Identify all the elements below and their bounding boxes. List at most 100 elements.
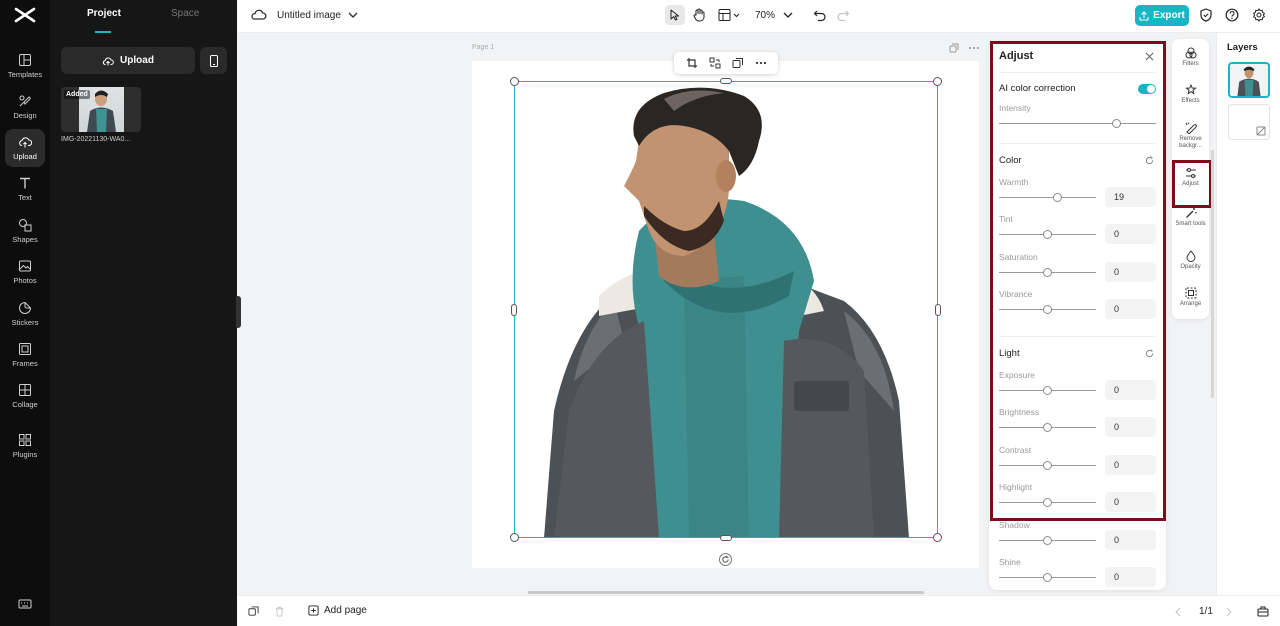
exposure-value-input[interactable]: 0 [1105, 380, 1156, 400]
rail-item-stickers[interactable]: Stickers [5, 295, 45, 333]
zoom-chevron-down-icon[interactable] [783, 12, 793, 18]
next-page-icon[interactable] [1226, 607, 1232, 617]
duplicate-icon[interactable] [732, 57, 744, 69]
tool-smart-tools[interactable]: Smart tools [1172, 207, 1209, 228]
rotate-handle-icon[interactable] [719, 553, 732, 566]
shadow-value-input[interactable]: 0 [1105, 529, 1156, 550]
rail-item-text[interactable]: Text [5, 170, 45, 208]
tool-arrange[interactable]: Arrange [1172, 287, 1209, 308]
slider-label-shadow: Shadow [999, 519, 1030, 530]
highlight-slider-knob[interactable] [1043, 498, 1052, 508]
cloud-sync-icon[interactable] [251, 8, 267, 22]
selection-box[interactable] [510, 77, 942, 542]
rail-item-frames[interactable]: Frames [5, 336, 45, 374]
tool-effects[interactable]: Effects [1172, 84, 1209, 105]
contrast-value-input[interactable]: 0 [1105, 454, 1156, 475]
rail-item-design[interactable]: Design [5, 88, 45, 126]
vertical-scrollbar[interactable] [1211, 150, 1214, 398]
shine-slider-knob[interactable] [1043, 573, 1052, 582]
tool-opacity[interactable]: Opacity [1172, 250, 1209, 271]
reset-icon[interactable] [1145, 156, 1154, 165]
saturation-value-input[interactable]: 0 [1105, 261, 1156, 282]
tool-adjust[interactable]: Adjust [1172, 167, 1209, 188]
vibrance-slider-knob[interactable] [1043, 305, 1052, 315]
more-options-icon[interactable] [968, 46, 980, 50]
rail-item-plugins[interactable]: Plugins [5, 427, 45, 465]
zoom-level[interactable]: 70% [755, 10, 775, 21]
briefcase-icon[interactable] [1257, 605, 1269, 617]
select-tool-button[interactable] [665, 5, 685, 25]
shield-icon[interactable] [1199, 8, 1213, 22]
replace-icon[interactable] [709, 57, 721, 69]
pages-icon[interactable] [248, 606, 259, 617]
intensity-slider-knob[interactable] [1112, 119, 1122, 128]
tab-space[interactable]: Space [171, 8, 199, 19]
delete-icon[interactable] [274, 606, 285, 617]
ai-color-correction-label: AI color correction [999, 83, 1076, 94]
mobile-upload-button[interactable] [200, 47, 227, 74]
horizontal-scrollbar[interactable] [528, 591, 924, 594]
resize-handle-bottom[interactable] [720, 535, 732, 541]
shine-value-input[interactable]: 0 [1105, 567, 1156, 587]
resize-handle-top[interactable] [720, 78, 732, 84]
close-icon[interactable] [1145, 52, 1154, 61]
page-actions [949, 43, 980, 53]
previous-page-icon[interactable] [1175, 607, 1181, 617]
stickers-icon [18, 301, 32, 315]
slider-label-brightness: Brightness [999, 407, 1040, 418]
highlight-value-input[interactable]: 0 [1105, 492, 1156, 513]
resize-handle-bottom-left[interactable] [510, 533, 519, 542]
resize-handle-top-left[interactable] [510, 77, 519, 86]
tint-slider-knob[interactable] [1043, 230, 1052, 240]
undo-icon[interactable] [813, 8, 827, 22]
redo-icon[interactable] [836, 8, 850, 22]
resize-handle-bottom-right[interactable] [933, 533, 942, 542]
resize-handle-top-right[interactable] [933, 77, 942, 86]
saturation-slider-knob[interactable] [1043, 267, 1052, 277]
tool-remove-backgr[interactable]: Remove backgr... [1172, 122, 1209, 150]
upload-button[interactable]: Upload [61, 47, 195, 74]
warmth-value-input[interactable]: 19 [1105, 187, 1156, 207]
tool-filters[interactable]: Filters [1172, 47, 1209, 68]
add-page-button[interactable]: Add page [308, 605, 367, 616]
exposure-slider-knob[interactable] [1043, 386, 1052, 395]
keyboard-icon[interactable] [18, 598, 32, 610]
rail-item-label: Collage [12, 400, 38, 409]
document-title[interactable]: Untitled image [277, 10, 341, 21]
brightness-value-input[interactable]: 0 [1105, 417, 1156, 438]
layer-background[interactable] [1228, 104, 1270, 140]
layout-icon[interactable] [718, 8, 742, 22]
hand-tool-icon[interactable] [692, 8, 706, 22]
resize-handle-left[interactable] [511, 304, 517, 316]
export-button[interactable]: Export [1135, 5, 1189, 26]
crop-icon[interactable] [686, 57, 698, 69]
brightness-slider-knob[interactable] [1043, 423, 1052, 433]
reset-icon[interactable] [1145, 349, 1154, 358]
rail-item-photos[interactable]: Photos [5, 253, 45, 291]
slider-label-vibrance: Vibrance [999, 289, 1033, 300]
layer-photo[interactable] [1228, 62, 1270, 98]
capcut-logo-icon[interactable] [13, 6, 37, 24]
intensity-slider[interactable] [999, 123, 1156, 124]
settings-gear-icon[interactable] [1252, 8, 1266, 22]
warmth-slider-knob[interactable] [1052, 193, 1062, 202]
contrast-slider-knob[interactable] [1043, 460, 1052, 470]
help-icon[interactable] [1225, 8, 1239, 22]
resize-handle-right[interactable] [935, 304, 941, 316]
rail-item-templates[interactable]: Templates [5, 47, 45, 85]
panel-collapse-handle[interactable] [236, 296, 241, 328]
chevron-down-icon[interactable] [348, 12, 358, 18]
warmth-slider[interactable] [999, 197, 1096, 198]
vibrance-value-input[interactable]: 0 [1105, 299, 1156, 320]
ai-color-correction-toggle[interactable] [1138, 84, 1156, 94]
duplicate-page-icon[interactable] [949, 43, 959, 53]
more-icon[interactable] [755, 61, 767, 65]
rail-item-label: Stickers [11, 318, 39, 327]
uploaded-asset-tile[interactable]: Added [61, 87, 141, 132]
tab-project[interactable]: Project [87, 8, 121, 19]
rail-item-shapes[interactable]: Shapes [5, 212, 45, 250]
rail-item-collage[interactable]: Collage [5, 377, 45, 415]
tint-value-input[interactable]: 0 [1105, 224, 1156, 245]
shadow-slider-knob[interactable] [1043, 535, 1052, 545]
rail-item-upload[interactable]: Upload [5, 129, 45, 167]
